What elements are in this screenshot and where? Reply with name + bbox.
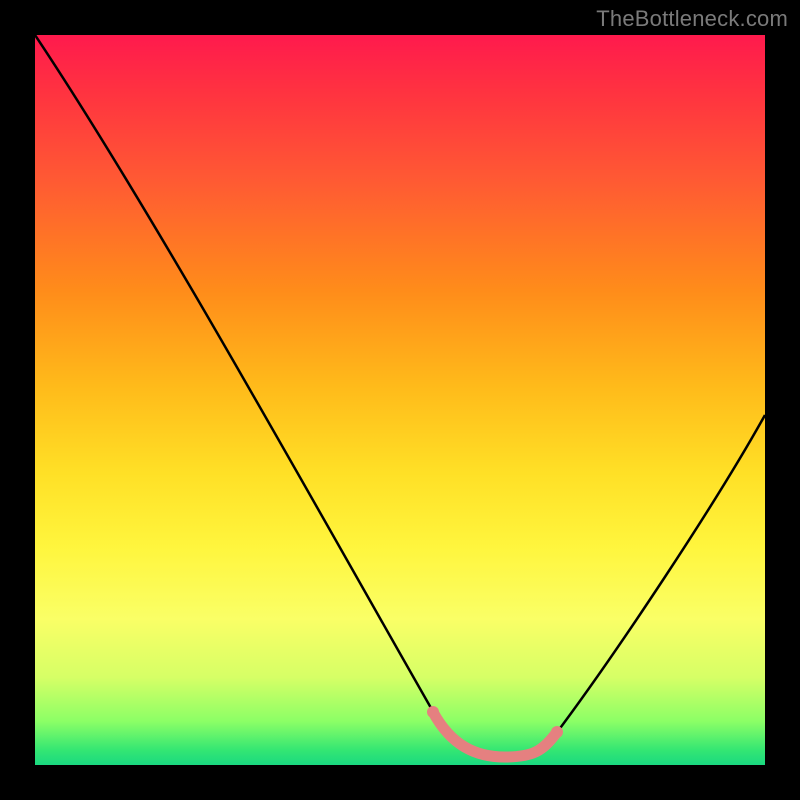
bottleneck-curve	[35, 35, 765, 757]
chart-frame: TheBottleneck.com	[0, 0, 800, 800]
curve-svg	[35, 35, 765, 765]
watermark-text: TheBottleneck.com	[596, 6, 788, 32]
highlight-dot-left	[427, 706, 439, 718]
highlight-segment	[433, 712, 557, 757]
plot-area	[35, 35, 765, 765]
highlight-dot-right	[551, 726, 563, 738]
